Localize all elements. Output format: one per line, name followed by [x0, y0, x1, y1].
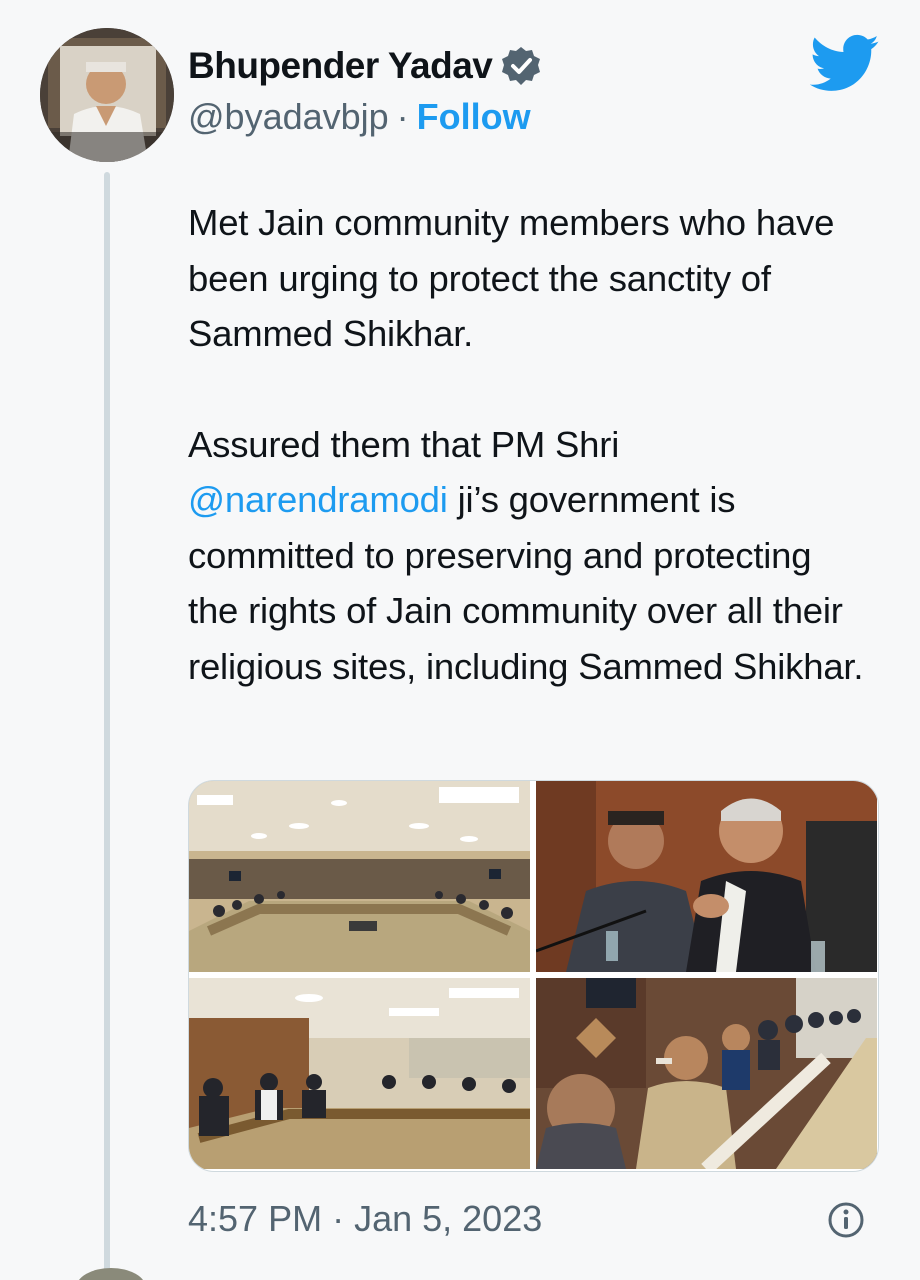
photo-2[interactable]	[536, 781, 877, 972]
media-grid	[188, 780, 879, 1172]
author-block: Bhupender Yadav @byadavbjp · Follow	[188, 40, 542, 138]
mention-link[interactable]: @narendramodi	[188, 479, 448, 520]
thread-line	[104, 172, 110, 1272]
handle-separator: ·	[396, 96, 409, 137]
verified-badge-icon	[500, 45, 542, 87]
author-name[interactable]: Bhupender Yadav	[188, 45, 493, 87]
tweet-time: 4:57 PM	[188, 1198, 323, 1239]
tweet-timestamp[interactable]: 4:57 PM · Jan 5, 2023	[188, 1198, 542, 1240]
photo-3[interactable]	[189, 978, 530, 1169]
tweet-date: Jan 5, 2023	[354, 1198, 543, 1239]
twitter-bird-icon[interactable]	[809, 34, 880, 94]
info-icon[interactable]	[826, 1200, 866, 1240]
tweet-paragraph-1: Met Jain community members who have been…	[188, 202, 835, 354]
photo-1[interactable]	[189, 781, 530, 972]
name-row: Bhupender Yadav	[188, 40, 542, 92]
timestamp-separator: ·	[332, 1198, 345, 1239]
author-avatar[interactable]	[40, 28, 174, 162]
tweet-text: Met Jain community members who have been…	[188, 195, 868, 694]
tweet-paragraph-2-lead: Assured them that PM Shri	[188, 423, 620, 465]
next-reply-avatar[interactable]	[76, 1268, 146, 1280]
photo-4[interactable]	[536, 978, 877, 1169]
tweet-paragraph-2: Assured them that PM Shri @narendramodi …	[188, 417, 868, 695]
tweet-card: Bhupender Yadav @byadavbjp · Follow Met …	[0, 0, 920, 1280]
handle-row: @byadavbjp · Follow	[188, 96, 542, 138]
follow-button[interactable]: Follow	[417, 96, 531, 138]
author-handle[interactable]: @byadavbjp	[188, 96, 389, 138]
